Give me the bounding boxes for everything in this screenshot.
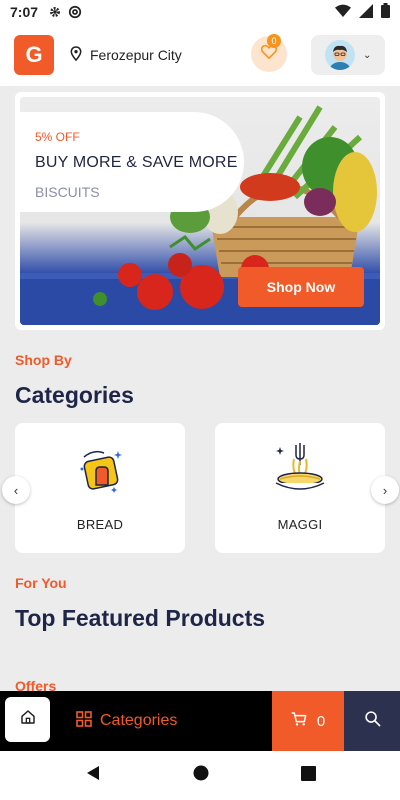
categories-kicker: Shop By — [15, 352, 72, 368]
chevron-down-icon: ⌄ — [363, 49, 372, 61]
status-bar: 7:07 — [0, 0, 400, 24]
avatar — [325, 40, 355, 70]
sponge-icon — [74, 441, 126, 497]
system-nav-bar — [0, 751, 400, 800]
categories-nav-button[interactable]: Categories — [76, 691, 177, 751]
promo-subtitle: BISCUITS — [35, 184, 100, 200]
back-icon[interactable] — [85, 765, 101, 786]
categories-nav-label: Categories — [100, 712, 178, 729]
location-pin-icon — [70, 46, 90, 64]
home-button[interactable] — [5, 697, 50, 742]
promo-title: BUY MORE & SAVE MORE — [35, 154, 238, 171]
home-circle-icon[interactable] — [193, 765, 209, 786]
category-card-bread[interactable]: BREAD — [15, 423, 185, 553]
signal-icon — [359, 3, 373, 21]
wifi-icon — [335, 4, 351, 21]
grid-icon — [76, 710, 100, 732]
featured-title: Top Featured Products — [15, 605, 266, 631]
search-button[interactable] — [344, 691, 400, 751]
battery-icon — [381, 3, 390, 21]
search-icon — [364, 710, 381, 732]
promo-discount: 5% OFF — [35, 130, 80, 144]
category-label: BREAD — [76, 517, 124, 532]
category-label: MAGGI — [277, 517, 323, 532]
noodles-icon — [272, 441, 328, 497]
cart-button[interactable]: 0 — [272, 691, 344, 751]
chevron-left-icon: ‹ — [13, 482, 19, 498]
wishlist-button[interactable]: 0 — [251, 34, 287, 72]
carousel-prev-button[interactable]: ‹ — [2, 476, 30, 504]
chevron-right-icon: › — [382, 482, 388, 498]
promo-banner[interactable]: 5% OFF BUY MORE & SAVE MORE BISCUITS Sho… — [15, 92, 385, 330]
at-sign-icon — [68, 5, 82, 19]
home-icon — [20, 709, 36, 730]
bottom-action-bar: Categories 0 — [0, 691, 400, 751]
shop-now-button[interactable]: Shop Now — [238, 267, 364, 307]
app-header: G Ferozepur City 0 ⌄ — [0, 24, 400, 86]
profile-menu[interactable]: ⌄ — [311, 35, 385, 75]
category-card-maggi[interactable]: MAGGI — [215, 423, 385, 553]
carousel-next-button[interactable]: › — [371, 476, 399, 504]
status-time: 7:07 — [10, 4, 39, 20]
cart-icon — [291, 711, 317, 731]
location-label: Ferozepur City — [90, 47, 182, 63]
recents-icon[interactable] — [300, 765, 316, 786]
location-selector[interactable]: Ferozepur City — [70, 46, 182, 64]
promo-card: 5% OFF BUY MORE & SAVE MORE BISCUITS — [20, 112, 244, 212]
wishlist-count-badge: 0 — [267, 34, 281, 48]
featured-kicker: For You — [15, 575, 67, 591]
categories-title: Categories — [15, 382, 134, 408]
settings-icon — [48, 5, 62, 19]
cart-count: 0 — [316, 712, 326, 730]
app-logo[interactable]: G — [14, 35, 54, 75]
